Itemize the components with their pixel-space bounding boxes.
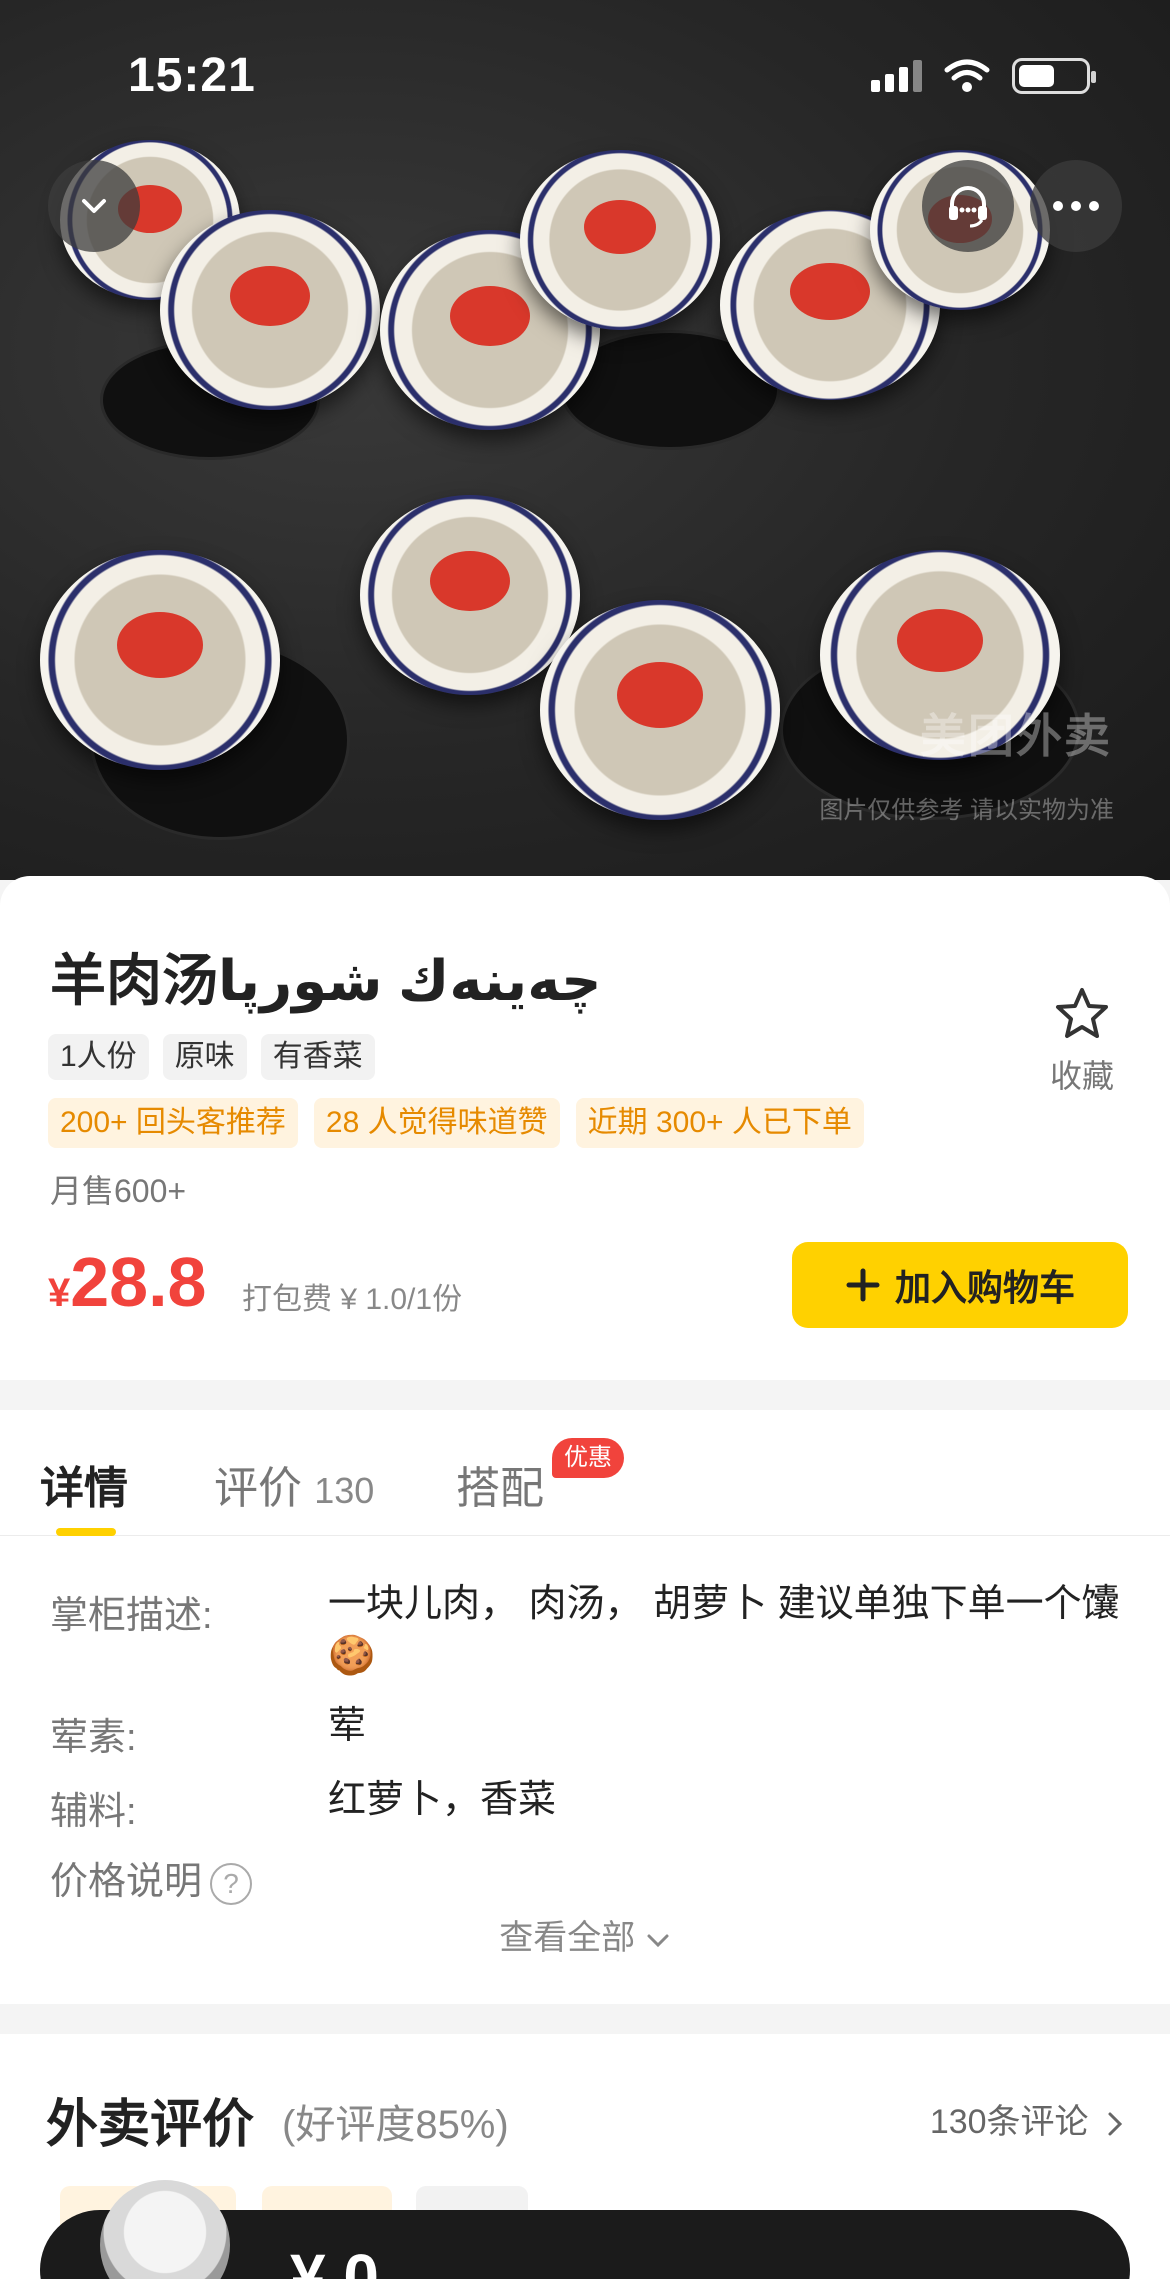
cellular-signal-icon [871, 60, 922, 92]
add-to-cart-label: 加入购物车 [894, 1267, 1075, 1308]
discount-badge: 优惠 [552, 1438, 624, 1478]
chevron-right-icon [1108, 2112, 1123, 2136]
status-bar: 15:21 [0, 0, 1170, 150]
price-symbol: ¥ [48, 1271, 71, 1315]
tab-count: 130 [314, 1470, 375, 1511]
add-to-cart-button[interactable]: 加入购物车 [792, 1242, 1128, 1328]
tab-details[interactable]: 详情 [40, 1452, 128, 1516]
chevron-down-icon [647, 1934, 669, 1948]
more-button[interactable] [1030, 160, 1122, 252]
spec-tag: 1人份 [48, 1034, 149, 1080]
soup-cup [40, 550, 280, 770]
promo-tag: 近期 300+ 人已下单 [575, 1098, 864, 1148]
soup-cup [540, 600, 780, 820]
star-icon [1056, 988, 1108, 1038]
tab-label: 搭配 [456, 1464, 544, 1513]
soup-cup [520, 150, 720, 330]
tab-label: 评价 [214, 1464, 302, 1513]
tab-reviews[interactable]: 评价 130 [214, 1452, 374, 1516]
detail-key: 荤素: [50, 1717, 137, 1759]
details-section: 详情 评价 130 搭配 优惠 掌柜描述: 一块儿肉， 肉汤， 胡萝卜 建议单独… [0, 1410, 1170, 2004]
detail-key: 价格说明? [50, 1850, 350, 1905]
plus-icon [846, 1268, 880, 1302]
detail-value: 红萝卜，香菜 [328, 1779, 557, 1821]
status-time: 15:21 [128, 49, 256, 102]
detail-key: 掌柜描述: [50, 1595, 213, 1637]
promo-tags: 200+ 回头客推荐 28 人觉得味道赞 近期 300+ 人已下单 [48, 1098, 864, 1148]
reviews-title: 外卖评价 [46, 2096, 255, 2154]
price: ¥28.8 [48, 1242, 207, 1322]
tab-label: 详情 [40, 1464, 128, 1513]
see-all-label: 查看全部 [499, 1919, 636, 1957]
promo-tag: 28 人觉得味道赞 [313, 1098, 560, 1148]
spec-tag: 有香菜 [260, 1034, 375, 1080]
spec-tag: 原味 [162, 1034, 247, 1080]
price-value: 28.8 [70, 1243, 207, 1321]
review-count: 130条评论 [929, 2103, 1089, 2141]
product-title: 羊肉汤چەينەك شورپا [50, 949, 602, 1012]
detail-key-label: 价格说明 [50, 1861, 203, 1903]
status-icons [871, 58, 1096, 94]
watermark: 美团外卖 [920, 710, 1112, 762]
active-tab-indicator [56, 1528, 116, 1536]
headset-icon [949, 186, 987, 228]
reviews-link[interactable]: 130条评论 [930, 2094, 1126, 2143]
monthly-sales: 月售600+ [50, 1173, 187, 1209]
favorite-label: 收藏 [1049, 1058, 1114, 1094]
favorite-button[interactable]: 收藏 [1042, 986, 1122, 1097]
wifi-icon [944, 59, 990, 92]
product-page: 美团外卖 图片仅供参考 请以实物为准 15:21 羊肉汤چەينەك شورپا… [0, 0, 1170, 2279]
question-icon[interactable]: ? [210, 1862, 253, 1905]
tab-combos[interactable]: 搭配 [456, 1452, 544, 1516]
spec-tags: 1人份 原味 有香菜 [48, 1034, 375, 1080]
chevron-down-icon [82, 199, 106, 213]
promo-tag: 200+ 回头客推荐 [48, 1098, 298, 1148]
detail-value: 一块儿肉， 肉汤， 胡萝卜 建议单独下单一个馕🍪 [328, 1583, 1120, 1677]
detail-value: 荤 [328, 1705, 367, 1747]
battery-icon [1012, 58, 1096, 94]
watermark-note: 图片仅供参考 请以实物为准 [819, 797, 1114, 824]
see-all-button[interactable]: 查看全部 [0, 1910, 1170, 1959]
soup-cup [160, 210, 380, 410]
more-dots-icon [1053, 201, 1099, 211]
positive-rate: (好评度85%) [282, 2103, 509, 2147]
detail-key: 辅料: [50, 1791, 137, 1833]
packing-fee: 打包费 ¥ 1.0/1份 [242, 1283, 463, 1316]
product-card: 羊肉汤چەينەك شورپا 1人份 原味 有香菜 200+ 回头客推荐 28… [0, 876, 1170, 1380]
detail-tabs: 详情 评价 130 搭配 优惠 [0, 1410, 1170, 1536]
soup-cup [360, 495, 580, 695]
collapse-button[interactable] [48, 160, 140, 252]
customer-service-button[interactable] [922, 160, 1014, 252]
cart-amount: ¥ 0 [290, 2241, 379, 2279]
